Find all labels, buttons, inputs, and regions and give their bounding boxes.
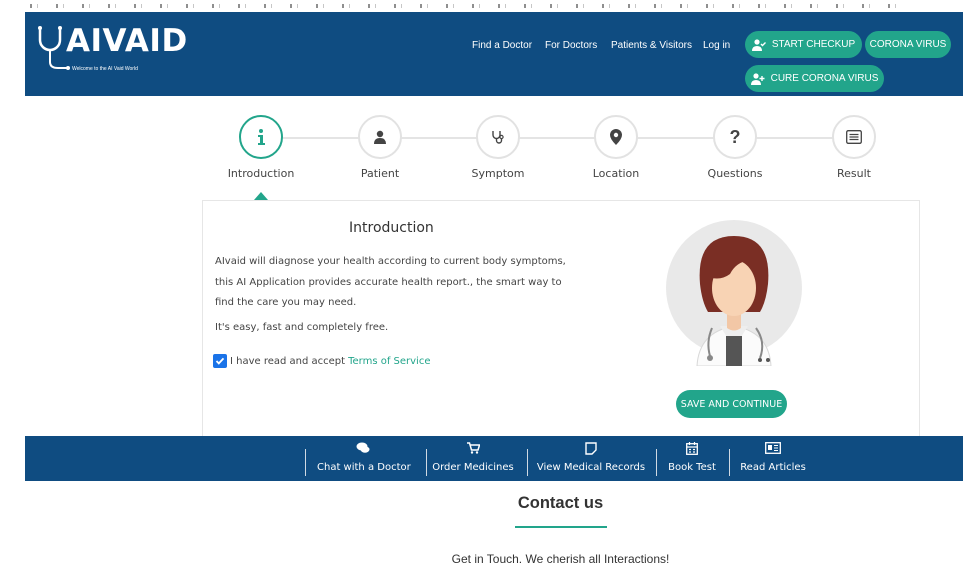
step-patient[interactable]: Patient: [325, 112, 435, 180]
browser-top-strip: [0, 0, 963, 12]
intro-title: Introduction: [349, 220, 434, 236]
step-label: Introduction: [227, 167, 295, 180]
brand-name: AIVAID: [66, 23, 188, 59]
step-location[interactable]: Location: [561, 112, 671, 180]
nav-patients-visitors[interactable]: Patients & Visitors: [611, 40, 692, 51]
book-test-label: Book Test: [668, 462, 716, 473]
chat-doctor-label: Chat with a Doctor: [317, 462, 411, 473]
terms-of-service-link[interactable]: Terms of Service: [348, 356, 430, 367]
introduction-card: Introduction AIvaid will diagnose your h…: [202, 200, 920, 438]
book-test-link[interactable]: Book Test: [663, 436, 721, 481]
checkup-stepper: Introduction Patient Symptom Location ? …: [202, 112, 920, 202]
site-header: AIVAID Welcome to the AI Vaid World Find…: [25, 12, 963, 96]
doctor-avatar: [666, 220, 802, 366]
step-result[interactable]: Result: [799, 112, 909, 180]
brand-logo[interactable]: AIVAID Welcome to the AI Vaid World: [36, 22, 187, 72]
order-medicines-link[interactable]: Order Medicines: [430, 436, 516, 481]
terms-agreement: I have read and accept Terms of Service: [213, 354, 430, 368]
order-medicines-label: Order Medicines: [432, 462, 514, 473]
quick-actions-bar: Chat with a Doctor Order Medicines View …: [25, 436, 963, 481]
nav-for-doctors[interactable]: For Doctors: [545, 40, 597, 51]
step-label: Result: [837, 167, 871, 180]
cure-corona-label: CURE CORONA VIRUS: [770, 73, 879, 84]
cart-icon: [466, 442, 480, 454]
contact-subtitle: Get in Touch. We cherish all Interaction…: [451, 552, 670, 566]
corona-virus-button[interactable]: CORONA VIRUS: [865, 31, 951, 58]
divider: [656, 449, 657, 476]
step-label: Symptom: [471, 167, 525, 180]
divider: [426, 449, 427, 476]
start-checkup-button[interactable]: START CHECKUP: [745, 31, 862, 58]
start-checkup-label: START CHECKUP: [771, 39, 856, 50]
calendar-icon: [686, 442, 698, 455]
toolbar-noise: [30, 4, 910, 8]
step-questions[interactable]: ? Questions: [680, 112, 790, 180]
step-label: Questions: [707, 167, 763, 180]
stethoscope-icon: [476, 115, 520, 159]
view-medical-records-link[interactable]: View Medical Records: [535, 436, 647, 481]
view-medical-records-label: View Medical Records: [536, 462, 646, 473]
corona-virus-label: CORONA VIRUS: [869, 39, 947, 50]
stethoscope-logo-icon: [38, 26, 70, 70]
save-continue-button[interactable]: SAVE AND CONTINUE: [676, 390, 787, 418]
divider: [527, 449, 528, 476]
info-icon: [239, 115, 283, 159]
divider: [305, 449, 306, 476]
brand-tagline: Welcome to the AI Vaid World: [72, 66, 138, 72]
chat-icon: [356, 442, 370, 453]
user-check-icon: [751, 38, 766, 51]
person-icon: [358, 115, 402, 159]
user-plus-icon: [750, 72, 765, 85]
contact-underline: [515, 526, 607, 528]
read-articles-link[interactable]: Read Articles: [737, 436, 809, 481]
question-icon: ?: [713, 115, 757, 159]
terms-checkbox[interactable]: [213, 354, 227, 368]
nav-login[interactable]: Log in: [703, 40, 730, 51]
chat-doctor-link[interactable]: Chat with a Doctor: [317, 436, 411, 481]
nav-find-doctor[interactable]: Find a Doctor: [472, 40, 532, 51]
active-step-caret: [254, 192, 268, 200]
terms-label: I have read and accept: [230, 355, 346, 367]
record-icon: [585, 442, 597, 455]
newspaper-icon: [765, 442, 781, 454]
step-label: Patient: [360, 167, 400, 180]
intro-text: AIvaid will diagnose your health accordi…: [215, 256, 566, 308]
step-symptom[interactable]: Symptom: [443, 112, 553, 180]
contact-title: Contact us: [517, 494, 604, 512]
cure-corona-button[interactable]: CURE CORONA VIRUS: [745, 65, 884, 92]
list-icon: [832, 115, 876, 159]
location-pin-icon: [594, 115, 638, 159]
step-introduction[interactable]: Introduction: [206, 112, 316, 180]
read-articles-label: Read Articles: [740, 462, 806, 473]
intro-easy-text: It's easy, fast and completely free.: [215, 322, 389, 333]
divider: [729, 449, 730, 476]
step-label: Location: [592, 167, 640, 180]
